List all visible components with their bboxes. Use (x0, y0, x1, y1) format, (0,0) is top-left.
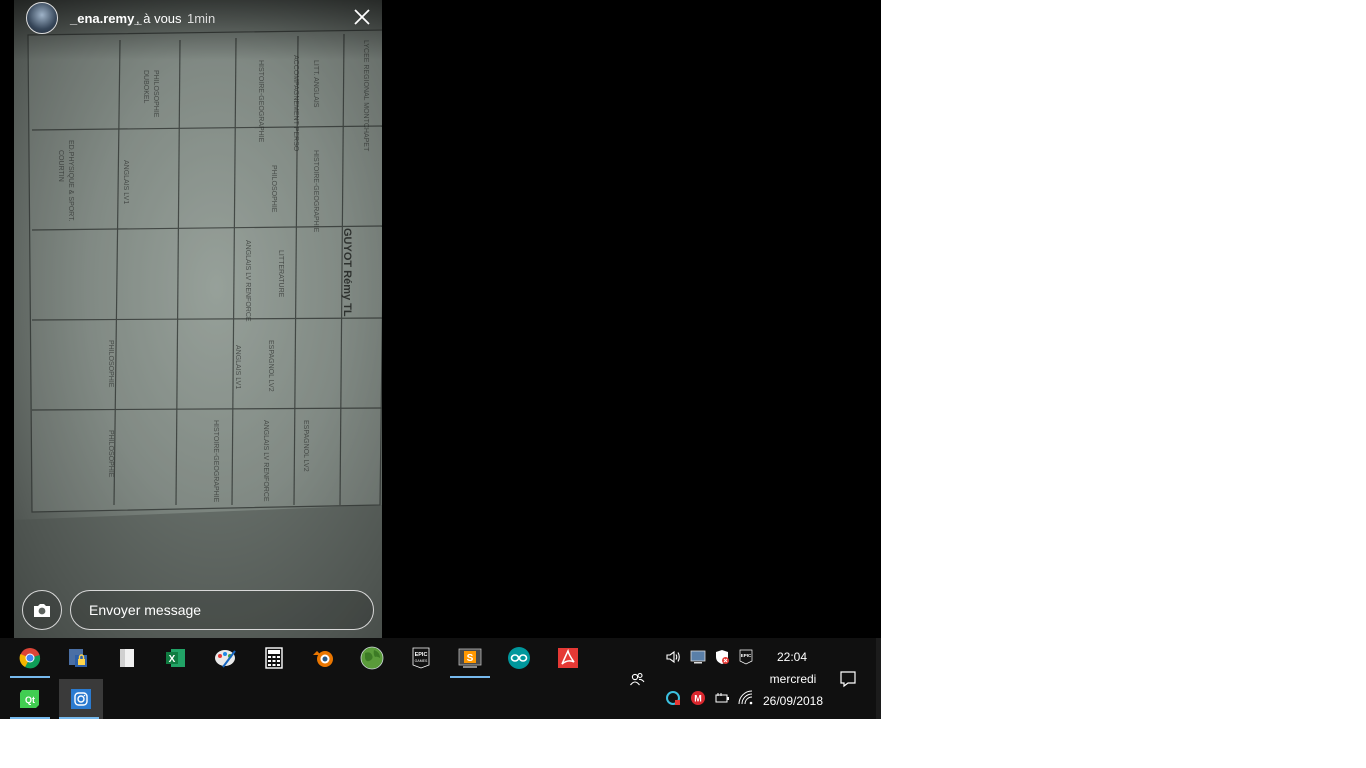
arduino-icon (508, 647, 530, 669)
svg-text:Qt: Qt (25, 695, 35, 705)
svg-text:ESPAGNOL LV2: ESPAGNOL LV2 (267, 340, 274, 392)
paint-icon (215, 650, 236, 668)
taskbar-instagram[interactable] (59, 679, 103, 719)
svg-text:HISTOIRE-GEOGRAPHIE: HISTOIRE-GEOGRAPHIE (212, 420, 219, 503)
svg-text:PHILOSOPHIE: PHILOSOPHIE (152, 70, 159, 118)
epic-icon: EPIC GAMES (412, 647, 430, 669)
taskbar-globe-app[interactable] (352, 638, 392, 678)
battery-tray-button[interactable] (714, 690, 730, 706)
svg-text:EPIC: EPIC (415, 652, 428, 658)
epic-tray-icon: EPIC (739, 649, 753, 665)
instagram-story-window: PHILOSOPHIE DUBOKEL HISTOIRE-GEOGRAPHIE … (0, 0, 881, 638)
svg-text:GAMES: GAMES (415, 659, 428, 663)
sublime-icon: S (458, 648, 482, 668)
camera-button[interactable] (22, 590, 62, 630)
taskbar-edge (876, 638, 881, 719)
qt-icon: Qt (20, 690, 39, 708)
action-center-button[interactable] (839, 670, 857, 688)
photo-title: GUYOT Rémy TL (341, 228, 353, 317)
wifi-tray-button[interactable] (738, 690, 754, 706)
people-button[interactable] (629, 671, 645, 687)
taskbar-epic-games[interactable]: EPIC GAMES (401, 638, 441, 678)
clock-day[interactable]: mercredi (762, 672, 824, 686)
mega-icon: M (691, 691, 705, 705)
instagram-icon (71, 689, 91, 709)
sync-tray-button[interactable] (665, 690, 681, 706)
svg-text:COURTIN: COURTIN (57, 150, 64, 182)
svg-text:DUBOKEL: DUBOKEL (142, 70, 149, 104)
notification-icon (840, 671, 856, 688)
story-viewer[interactable]: PHILOSOPHIE DUBOKEL HISTOIRE-GEOGRAPHIE … (14, 0, 382, 638)
svg-text:ANGLAIS LV1: ANGLAIS LV1 (234, 345, 241, 389)
svg-text:LITTERATURE: LITTERATURE (277, 250, 284, 298)
story-photo: PHILOSOPHIE DUBOKEL HISTOIRE-GEOGRAPHIE … (14, 29, 382, 638)
clock-time[interactable]: 22:04 (762, 650, 822, 664)
globe-icon (360, 646, 384, 670)
people-icon (630, 672, 645, 686)
mega-tray-button[interactable]: M (690, 690, 706, 706)
display-tray-button[interactable] (690, 649, 706, 665)
reply-message-input[interactable] (70, 590, 374, 630)
defender-tray-button[interactable] (714, 649, 730, 665)
svg-text:M: M (694, 694, 702, 704)
taskbar-arduino[interactable] (499, 638, 539, 678)
excel-icon: X (166, 649, 185, 667)
shield-warning-icon (716, 650, 729, 664)
monitor-icon (690, 650, 706, 664)
battery-plug-icon (715, 693, 729, 703)
close-button[interactable] (352, 7, 372, 27)
svg-text:PHILOSOPHIE: PHILOSOPHIE (107, 340, 114, 388)
taskbar-chrome[interactable] (10, 638, 50, 678)
story-timestamp: 1min (187, 11, 216, 26)
sync-icon (666, 691, 680, 705)
taskbar-document-app[interactable] (107, 638, 147, 678)
taskbar-paint[interactable] (205, 638, 245, 678)
taskbar-pdf-reader[interactable] (548, 638, 588, 678)
user-avatar[interactable] (26, 2, 58, 34)
pdf-icon (558, 648, 578, 668)
volume-icon (666, 650, 680, 664)
story-username[interactable]: _ena.remy_ (70, 11, 142, 26)
volume-button[interactable] (665, 649, 681, 665)
calculator-icon (265, 647, 283, 669)
svg-text:HISTOIRE-GEOGRAPHIE: HISTOIRE-GEOGRAPHIE (257, 60, 264, 143)
svg-text:HISTOIRE-GEOGRAPHIE: HISTOIRE-GEOGRAPHIE (312, 150, 319, 233)
story-audience: , à vous (136, 11, 182, 26)
taskbar-sublime-text[interactable]: S (450, 638, 490, 678)
taskbar-excel[interactable]: X (156, 638, 196, 678)
svg-text:ANGLAIS LV RENFORCE: ANGLAIS LV RENFORCE (244, 240, 251, 322)
chrome-icon (19, 648, 41, 669)
taskbar-qt[interactable]: Qt (10, 679, 50, 719)
close-icon (354, 9, 370, 25)
document-icon (120, 649, 134, 667)
svg-text:ANGLAIS LV1: ANGLAIS LV1 (122, 160, 129, 204)
windows-taskbar: X EPIC GAMES S Qt EPIC M (0, 638, 876, 719)
svg-text:ED.PHYSIQUE & SPORT.: ED.PHYSIQUE & SPORT. (67, 140, 74, 222)
svg-text:EPIC: EPIC (741, 653, 752, 658)
svg-text:PHILOSOPHIE: PHILOSOPHIE (270, 165, 277, 213)
svg-text:ESPAGNOL LV2: ESPAGNOL LV2 (302, 420, 309, 472)
svg-text:LITT. ANGLAIS: LITT. ANGLAIS (312, 60, 319, 108)
clock-date[interactable]: 26/09/2018 (758, 694, 828, 708)
lock-icon (69, 649, 87, 667)
blender-icon (313, 651, 333, 667)
timetable-sheet (27, 29, 382, 513)
epic-tray-button[interactable]: EPIC (738, 649, 754, 665)
svg-text:X: X (169, 654, 176, 665)
taskbar-calculator[interactable] (254, 638, 294, 678)
camera-icon (34, 604, 50, 617)
svg-text:PHILOSOPHIE: PHILOSOPHIE (107, 430, 114, 478)
svg-text:ANGLAIS LV RENFORCE: ANGLAIS LV RENFORCE (262, 420, 269, 502)
taskbar-security-app[interactable] (58, 638, 98, 678)
svg-text:S: S (467, 653, 474, 664)
taskbar-blender[interactable] (303, 638, 343, 678)
svg-text:ACCOMPAGNEMENT PERSO: ACCOMPAGNEMENT PERSO (292, 55, 299, 152)
wifi-icon (738, 690, 753, 705)
